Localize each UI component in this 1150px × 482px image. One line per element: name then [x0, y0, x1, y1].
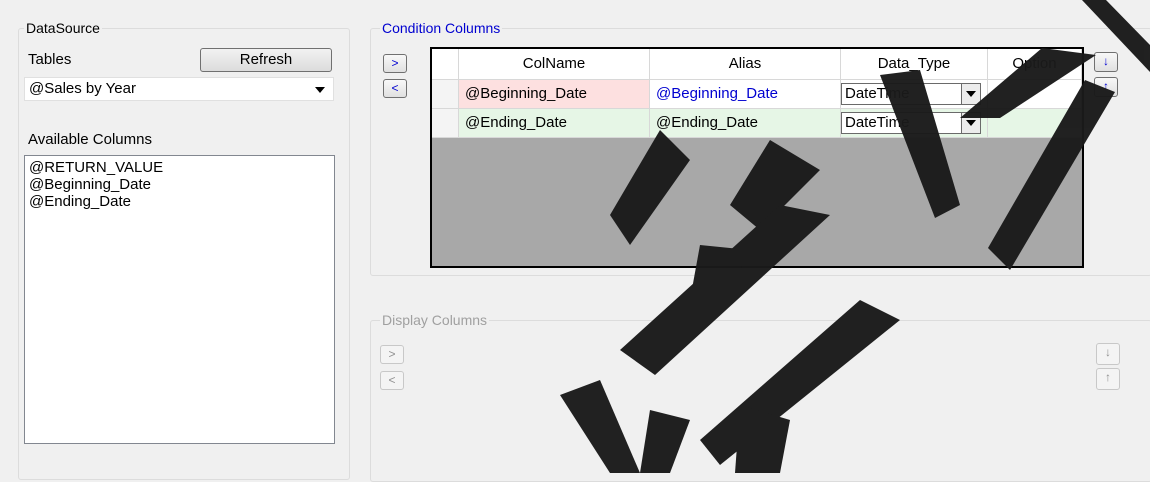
watermark-graphic [560, 0, 1150, 473]
